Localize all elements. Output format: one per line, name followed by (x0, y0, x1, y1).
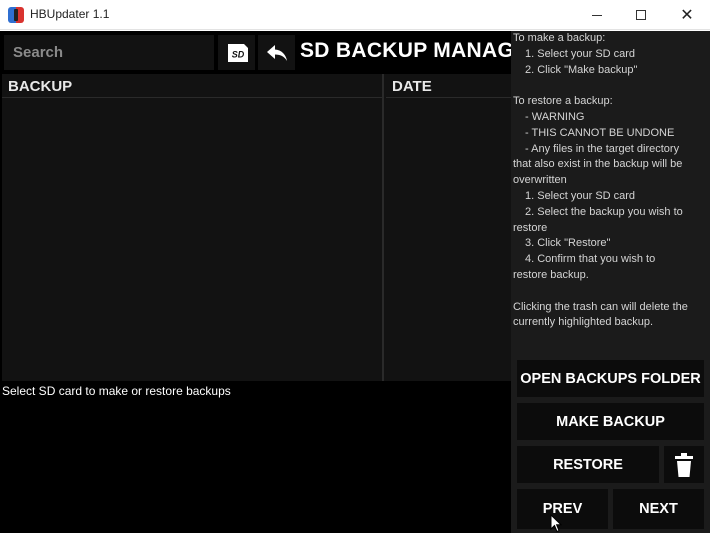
page-title: SD BACKUP MANAGER (300, 39, 544, 62)
backup-column[interactable]: BACKUP (2, 74, 384, 381)
instruction-line: 4. Confirm that you wish to (525, 253, 656, 266)
instruction-line: - Any files in the target directory (525, 142, 680, 155)
status-area: Select SD card to make or restore backup… (0, 381, 512, 533)
instruction-line: 1. Select your SD card (525, 47, 636, 60)
trash-icon (675, 452, 693, 477)
back-arrow-icon (266, 44, 287, 61)
instruction-line: 2. Click "Make backup" (525, 63, 638, 76)
minimize-icon (592, 14, 602, 16)
window-title: HBUpdater 1.1 (30, 7, 110, 21)
maximize-icon (636, 10, 646, 20)
instruction-line: 2. Select the backup you wish to (525, 205, 683, 218)
column-header-date[interactable]: DATE (386, 74, 511, 98)
make-backup-button[interactable]: MAKE BACKUP (517, 403, 704, 440)
joycon-icon (8, 7, 24, 23)
instruction-line: overwritten (513, 174, 567, 187)
instruction-line: 1. Select your SD card (525, 189, 636, 202)
date-column[interactable]: DATE (386, 74, 511, 381)
instruction-line: To restore a backup: (513, 95, 613, 108)
instruction-line (513, 78, 710, 94)
instruction-line: - THIS CANNOT BE UNDONE (525, 126, 675, 139)
minimize-button[interactable] (574, 0, 620, 30)
instruction-line: 3. Click "Restore" (525, 237, 611, 250)
instruction-line: currently highlighted backup. (513, 316, 654, 329)
restore-button[interactable]: RESTORE (517, 446, 659, 483)
delete-backup-button[interactable] (664, 446, 704, 483)
back-button[interactable] (258, 35, 295, 70)
instructions-text: To make a backup: 1. Select your SD card… (513, 31, 710, 331)
close-icon: ✕ (680, 7, 694, 24)
close-button[interactable]: ✕ (664, 0, 710, 30)
app-client-area: Search SD SD BACKUP MANAGER BACKUP DATE … (0, 31, 710, 533)
svg-text:SD: SD (231, 49, 244, 59)
open-backups-folder-button[interactable]: OPEN BACKUPS FOLDER (517, 360, 704, 397)
status-text: Select SD card to make or restore backup… (2, 384, 231, 398)
sidebar-panel: To make a backup: 1. Select your SD card… (511, 31, 710, 533)
window-titlebar: HBUpdater 1.1 ✕ (0, 0, 710, 30)
instruction-line: restore backup. (513, 268, 589, 281)
backup-table[interactable]: BACKUP DATE (2, 74, 511, 381)
instruction-line: Clicking the trash can will delete the (513, 300, 688, 313)
next-page-button[interactable]: NEXT (613, 489, 704, 529)
instruction-line (513, 284, 710, 300)
search-placeholder: Search (13, 44, 64, 61)
mouse-cursor-icon (550, 514, 563, 533)
maximize-button[interactable] (618, 0, 664, 30)
sd-card-button[interactable]: SD (218, 35, 255, 70)
instruction-line: - WARNING (525, 110, 585, 123)
instruction-line: that also exist in the backup will be (513, 158, 683, 171)
instruction-line: restore (513, 221, 548, 234)
instruction-line: To make a backup: (513, 32, 606, 44)
column-header-backup[interactable]: BACKUP (2, 74, 382, 98)
search-input[interactable]: Search (4, 35, 214, 70)
sd-card-icon: SD (227, 43, 248, 62)
